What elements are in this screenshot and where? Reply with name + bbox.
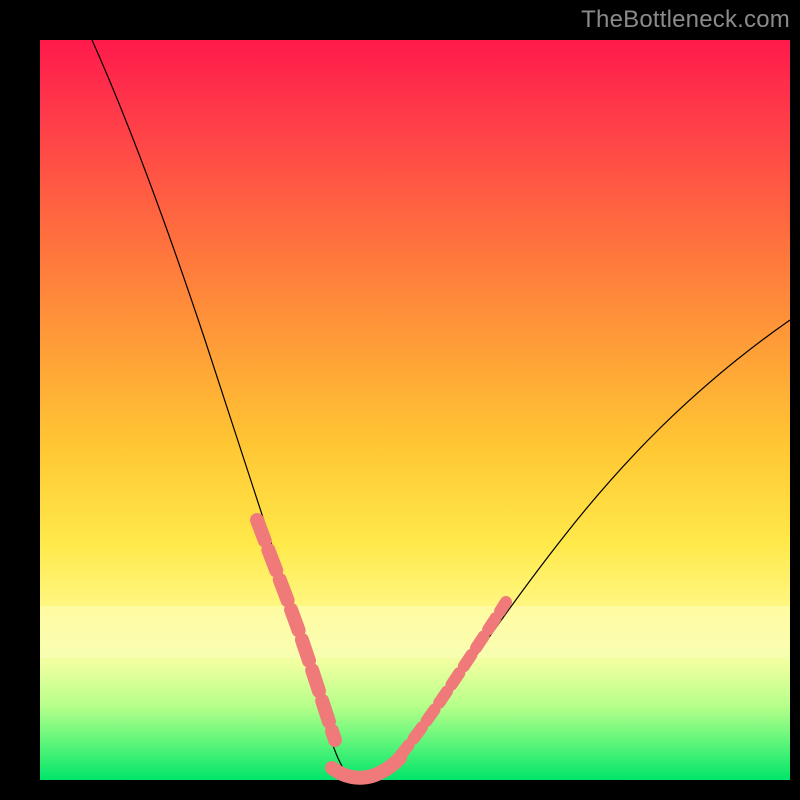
marker-left-arm [257, 520, 335, 740]
plot-area [40, 40, 790, 780]
bottleneck-curve-path [92, 40, 790, 779]
curve-svg [40, 40, 790, 780]
chart-frame: TheBottleneck.com [0, 0, 800, 800]
marker-base [332, 758, 400, 778]
marker-right-arm [400, 602, 506, 756]
watermark-text: TheBottleneck.com [581, 6, 790, 34]
